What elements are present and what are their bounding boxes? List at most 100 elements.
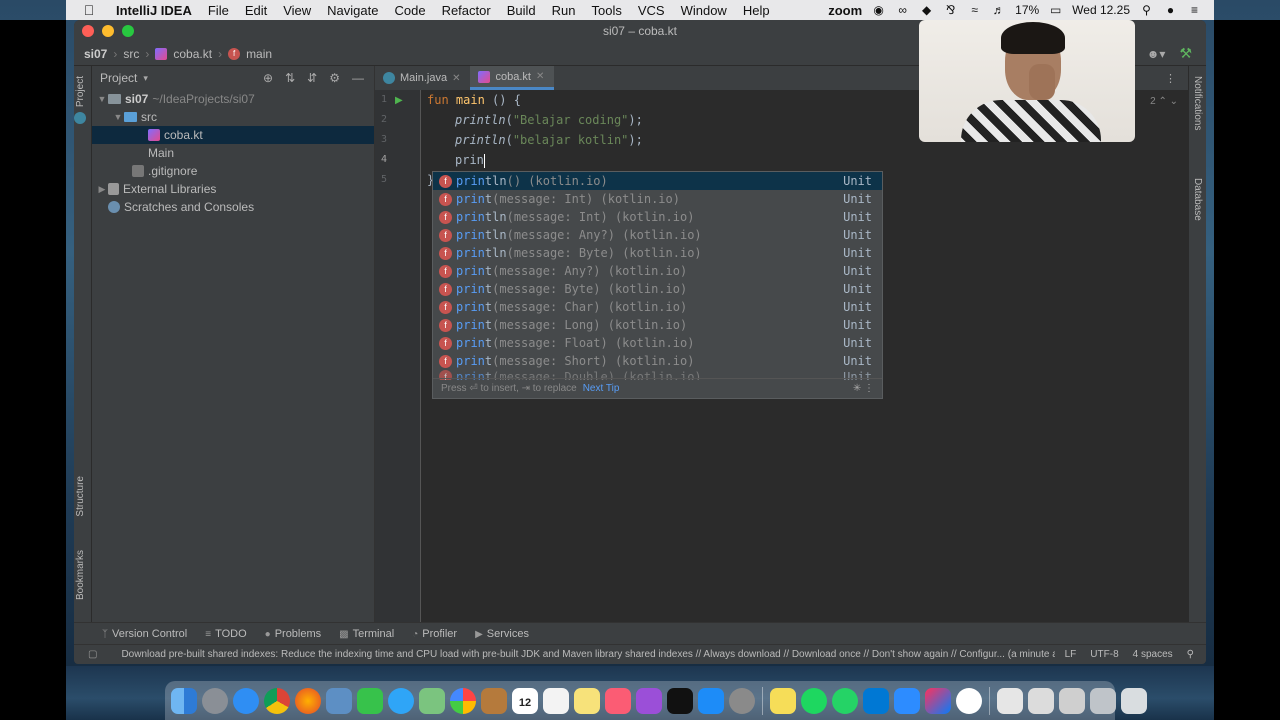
breadcrumb-file[interactable]: coba.kt [173,47,212,61]
minimize-window-button[interactable] [102,25,114,37]
locate-file-icon[interactable]: ⊕ [263,71,273,85]
tree-item-si07[interactable]: ▼ si07 ~/IdeaProjects/si07 [92,90,374,108]
menubar-clock[interactable]: Wed 12.25 [1072,3,1130,17]
tree-item-main[interactable]: Main [74,112,374,162]
completion-item[interactable]: f prin tln (message: Any?) (kotlin.io) Unit [433,226,882,244]
completion-item[interactable]: f prin t (message: Int) (kotlin.io) Unit [433,190,882,208]
chevron-right-icon[interactable]: ▶ [96,184,108,195]
close-icon[interactable]: ✕ [536,71,544,82]
battery-percent[interactable]: 17% [1015,3,1039,17]
completion-item[interactable]: f prin t (message: Long) (kotlin.io) Unit [433,316,882,334]
tool-profiler[interactable]: ◔ Profiler [412,628,457,640]
app-store-icon[interactable] [698,687,724,714]
completion-item[interactable]: f prin t (message: Short) (kotlin.io) Unit [433,352,882,370]
menu-view[interactable]: View [275,3,319,18]
menu-refactor[interactable]: Refactor [434,3,499,18]
more-tabs-icon[interactable]: ⋮ [1153,72,1188,85]
tool-services[interactable]: ▶ Services [475,628,529,640]
vscode-icon[interactable] [863,687,889,714]
menu-file[interactable]: File [200,3,237,18]
word-icon[interactable] [956,687,982,714]
chrome-icon[interactable] [264,687,290,714]
podcasts-icon[interactable] [636,687,662,714]
toggle-tool-windows-icon[interactable]: ▢ [88,649,97,660]
maps-icon[interactable] [419,687,445,714]
line-separator-widget[interactable]: LF [1065,649,1077,660]
tool-version-control[interactable]: ᛉ Version Control [102,628,187,640]
run-gutter-icon[interactable]: ▶ [395,95,403,106]
tree-item-src[interactable]: ▼ src [92,108,374,126]
menu-navigate[interactable]: Navigate [319,3,386,18]
menu-edit[interactable]: Edit [237,3,275,18]
chevron-down-icon[interactable]: ▾ [143,73,148,84]
gear-icon[interactable]: ⚙ [329,71,340,85]
close-window-button[interactable] [82,25,94,37]
zoom-app-icon[interactable] [894,687,920,714]
shield-icon[interactable]: ◆ [919,3,934,17]
menu-run[interactable]: Run [544,3,584,18]
breadcrumb-project[interactable]: si07 [84,47,107,61]
status-message[interactable]: Download pre-built shared indexes: Reduc… [121,649,1055,660]
app-menu[interactable]: IntelliJ IDEA [108,3,200,18]
downloads-stack-icon[interactable] [1090,687,1116,714]
expand-all-icon[interactable]: ⇅ [285,71,295,85]
tree-item-gitignore[interactable]: .gitignore [92,162,374,180]
messages-icon[interactable] [388,687,414,714]
notifications-tool-button[interactable]: Notifications [1192,76,1203,130]
completion-item[interactable]: f prin tln() (kotlin.io) Unit [433,172,882,190]
intellij-idea-icon[interactable] [925,687,951,714]
completion-item[interactable]: f prin tln (message: Int) (kotlin.io) Unit [433,208,882,226]
notes-icon[interactable] [574,687,600,714]
zoom-window-button[interactable] [122,25,134,37]
chevron-down-icon[interactable]: ▼ [112,112,124,122]
screen-record-icon[interactable]: ◉ [871,3,886,17]
structure-tool-button[interactable]: Structure [75,476,86,517]
inspection-widget[interactable]: 2 ⌃ ⌄ [1150,96,1178,107]
menu-build[interactable]: Build [499,3,544,18]
menu-code[interactable]: Code [386,3,433,18]
completion-item[interactable]: f prin t (message: Float) (kotlin.io) Unit [433,334,882,352]
build-hammer-icon[interactable]: ⚒ [1179,45,1192,62]
finder-icon[interactable] [171,687,197,714]
completion-item[interactable]: f prin tln (message: Byte) (kotlin.io) Unit [433,244,882,262]
project-tool-button[interactable]: Project [75,76,86,107]
tool-terminal[interactable]: ▩ Terminal [339,628,394,640]
control-center-icon[interactable]: ≡ [1187,3,1202,17]
window-thumbnail-icon[interactable] [1028,687,1054,714]
document-icon[interactable] [997,687,1023,714]
trash-icon[interactable] [1121,687,1147,714]
spotify-icon[interactable] [801,687,827,714]
code-line[interactable]: println("Belajar coding"); [455,110,643,130]
next-tip-link[interactable]: Next Tip [583,383,620,394]
whatsapp-icon[interactable] [832,687,858,714]
hide-panel-icon[interactable]: — [352,71,364,85]
close-icon[interactable]: ✕ [452,73,460,84]
menu-help[interactable]: Help [735,3,778,18]
bookmarks-tool-button[interactable]: Bookmarks [75,550,86,600]
creative-cloud-icon[interactable]: ∞ [895,3,910,17]
window-thumbnail-icon[interactable] [1059,687,1085,714]
firefox-icon[interactable] [295,687,321,714]
encoding-widget[interactable]: UTF-8 [1090,649,1118,660]
completion-options-icon[interactable]: ✳ ⋮ [853,383,882,394]
menu-vcs[interactable]: VCS [630,3,673,18]
apple-menu-icon[interactable]:  [78,2,100,18]
tree-item-coba-kt[interactable]: coba.kt [92,126,374,144]
lock-icon[interactable]: ⚲ [1187,649,1194,660]
completion-item[interactable]: f prin t (message: Char) (kotlin.io) Unit [433,298,882,316]
tab-coba-kt[interactable]: coba.kt ✕ [470,66,555,90]
tool-problems[interactable]: ● Problems [265,628,322,640]
stickies-icon[interactable] [770,687,796,714]
apple-tv-icon[interactable] [667,687,693,714]
photos-icon[interactable] [450,687,476,714]
contacts-icon[interactable] [481,687,507,714]
battery-icon[interactable]: ▭ [1048,3,1063,17]
tree-item-external-libraries[interactable]: ▶ External Libraries [92,180,374,198]
completion-item[interactable]: f prin t (message: Any?) (kotlin.io) Unit [433,262,882,280]
code-line[interactable]: println("belajar kotlin"); [455,130,643,150]
zoom-status-item[interactable]: zoom [828,3,862,18]
menu-window[interactable]: Window [673,3,735,18]
calendar-icon[interactable]: 12 [512,687,538,714]
user-account-icon[interactable]: ☻▾ [1147,47,1166,61]
launchpad-icon[interactable] [202,687,228,714]
